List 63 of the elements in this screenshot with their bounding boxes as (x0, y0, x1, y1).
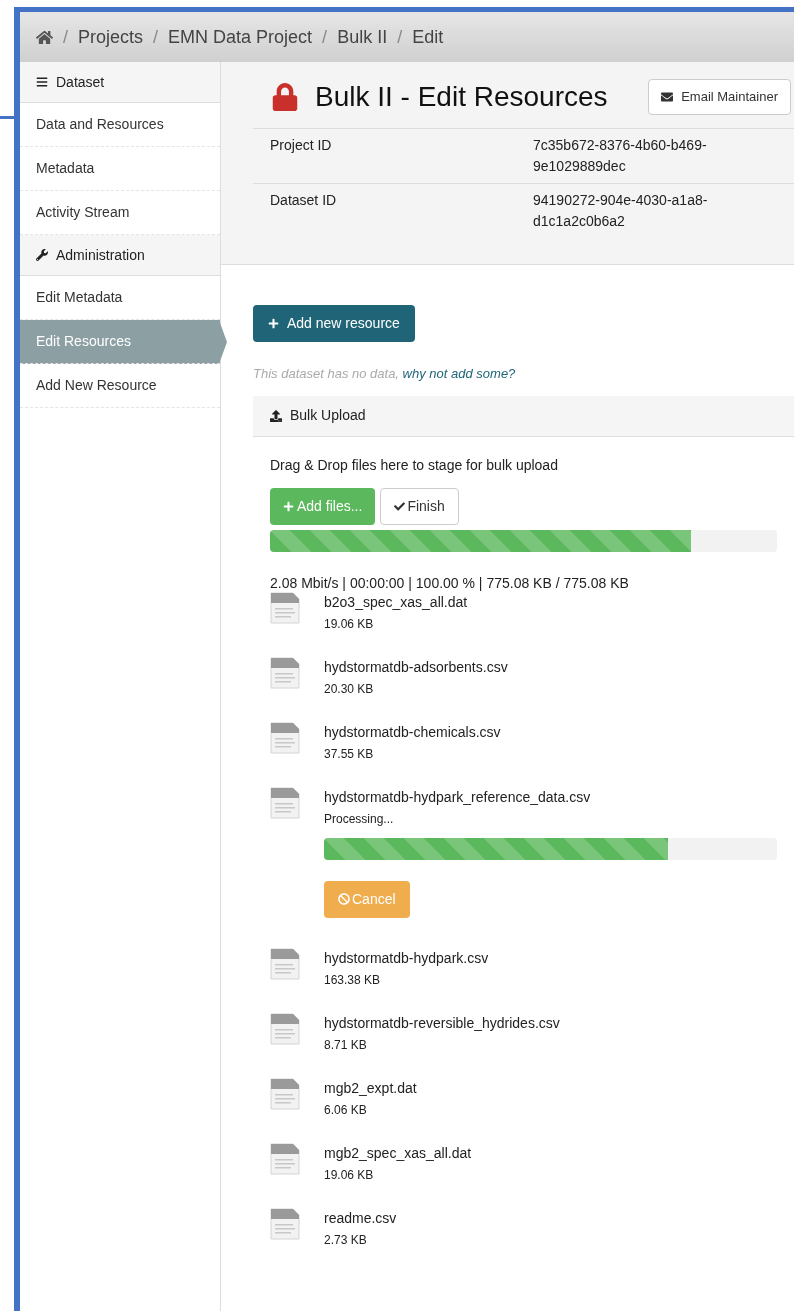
breadcrumb-link[interactable]: Edit (412, 23, 444, 51)
file-size: 19.06 KB (324, 615, 375, 633)
file-size: 2.73 KB (324, 1231, 368, 1249)
file-size: 37.55 KB (324, 745, 375, 763)
envelope-icon (661, 91, 674, 103)
file-size: 20.30 KB (324, 680, 375, 698)
breadcrumb-link[interactable]: Projects (78, 23, 144, 51)
info-value: 7c35b672-8376-4b60-b469-9e1029889dec (533, 136, 708, 176)
cancel-icon (338, 893, 350, 905)
home-icon[interactable] (36, 28, 53, 46)
breadcrumb-separator: / (397, 25, 403, 49)
plus-icon (283, 500, 294, 512)
panel-title: Bulk Upload (290, 406, 366, 425)
file-icon (270, 1077, 300, 1110)
upload-icon (270, 409, 282, 422)
plus-icon (268, 318, 279, 329)
sidebar-item[interactable]: Metadata (20, 147, 220, 191)
page-title: Bulk II - Edit Resources (315, 80, 608, 114)
file-size: 163.38 KB (324, 971, 382, 989)
finish-button[interactable]: Finish (380, 487, 459, 525)
sidebar-item[interactable]: Data and Resources (20, 103, 220, 147)
section-title: Dataset (56, 72, 105, 92)
breadcrumb-link[interactable]: Bulk II (337, 23, 388, 51)
file-status: Processing... (324, 810, 395, 828)
file-icon (270, 591, 300, 624)
file-icon (270, 947, 300, 980)
file-icon (270, 1012, 300, 1045)
file-name: mgb2_expt.dat (324, 1078, 417, 1098)
file-icon (270, 721, 300, 754)
file-name: readme.csv (324, 1208, 397, 1228)
file-name: hydstormatdb-hydpark.csv (324, 948, 489, 968)
info-label: Project ID (270, 136, 333, 155)
file-icon (270, 1142, 300, 1175)
wrench-icon (36, 249, 48, 261)
file-icon (270, 1207, 300, 1240)
breadcrumb-link[interactable]: EMN Data Project (168, 23, 313, 51)
file-icon (270, 786, 300, 819)
file-size: 8.71 KB (324, 1036, 368, 1054)
file-name: hydstormatdb-reversible_hydrides.csv (324, 1013, 560, 1033)
file-icon (270, 656, 300, 689)
email-maintainer-button[interactable]: Email Maintainer (648, 79, 791, 115)
file-name: b2o3_spec_xas_all.dat (324, 592, 468, 612)
empty-dataset-note: This dataset has no data, why not add some? (253, 365, 517, 383)
menu-icon (36, 76, 48, 88)
file-size: 6.06 KB (324, 1101, 368, 1119)
lock-icon (271, 83, 299, 111)
breadcrumb-separator: / (153, 25, 159, 49)
breadcrumb-separator: / (63, 25, 68, 49)
upload-stats: 2.08 Mbit/s | 00:00:00 | 100.00 % | 775.08 KB / 775.08 KB (270, 574, 630, 591)
file-name: hydstormatdb-chemicals.csv (324, 722, 501, 742)
breadcrumb-separator: / (322, 25, 328, 49)
add-data-link[interactable]: why not add some? (402, 366, 516, 381)
section-title: Administration (56, 245, 145, 265)
add-new-resource-button[interactable]: Add new resource (253, 305, 415, 342)
file-size: 19.06 KB (324, 1166, 375, 1184)
info-label: Dataset ID (270, 191, 338, 210)
file-name: hydstormatdb-hydpark_reference_data.csv (324, 787, 592, 807)
check-icon (394, 500, 406, 512)
file-name: mgb2_spec_xas_all.dat (324, 1143, 472, 1163)
info-value: 94190272-904e-4030-a1a8-d1c1a2c0b6a2 (533, 191, 709, 231)
file-name: hydstormatdb-adsorbents.csv (324, 657, 508, 677)
drop-hint: Drag & Drop files here to stage for bulk upload (270, 455, 559, 475)
sidebar-item[interactable]: Add New Resource (20, 364, 220, 408)
